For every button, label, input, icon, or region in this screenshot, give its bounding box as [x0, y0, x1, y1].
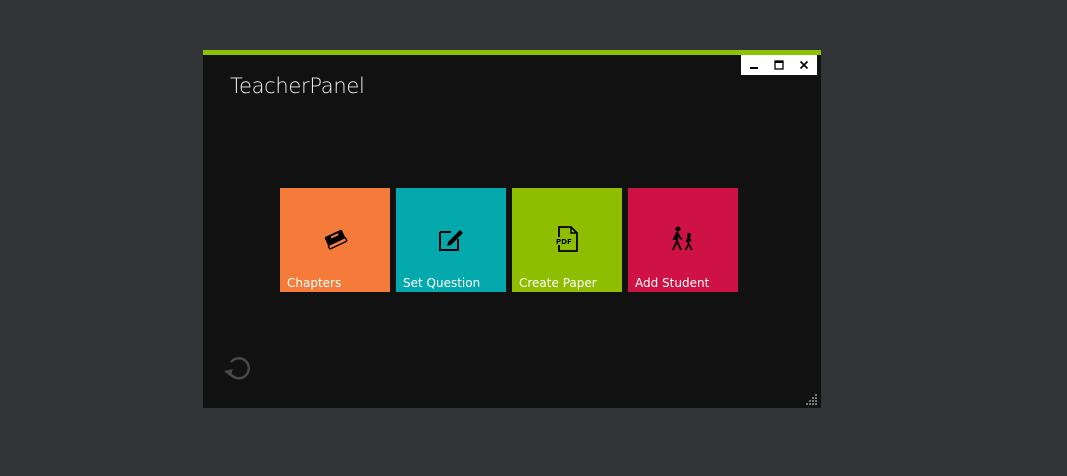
maximize-button[interactable]: [766, 55, 791, 75]
tile-set-question[interactable]: Set Question: [396, 188, 506, 292]
tile-label: Set Question: [403, 276, 481, 290]
resize-grip-icon[interactable]: [806, 393, 818, 405]
window-controls: [741, 55, 817, 75]
maximize-icon: [774, 60, 784, 70]
pdf-icon: PDF: [555, 226, 578, 252]
refresh-icon[interactable]: [222, 352, 254, 384]
app-window: TeacherPanel Chapters Set Question PDF C…: [203, 50, 821, 408]
walking-people-icon: [672, 226, 693, 251]
minimize-icon: [749, 67, 758, 69]
svg-text:PDF: PDF: [556, 238, 572, 246]
tile-label: Chapters: [287, 276, 342, 290]
app-title: TeacherPanel: [230, 74, 365, 98]
window-accent-bar: [203, 50, 821, 55]
close-icon: [800, 60, 809, 70]
close-button[interactable]: [792, 55, 817, 75]
tile-add-student[interactable]: Add Student: [628, 188, 738, 292]
tile-label: Add Student: [635, 276, 710, 290]
tile-label: Create Paper: [519, 276, 597, 290]
minimize-button[interactable]: [741, 55, 766, 75]
book-icon: [324, 229, 348, 250]
edit-icon: [439, 230, 463, 251]
tile-chapters[interactable]: Chapters: [280, 188, 390, 292]
tile-create-paper[interactable]: PDF Create Paper: [512, 188, 622, 292]
